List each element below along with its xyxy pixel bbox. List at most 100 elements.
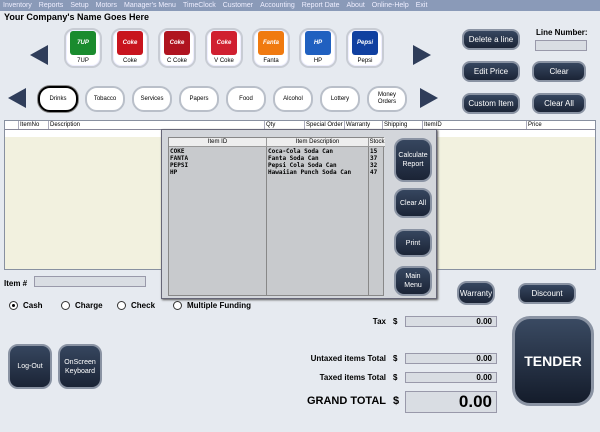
product-coke-button[interactable]: Coke Coke xyxy=(111,28,149,68)
category-drinks[interactable]: Drinks xyxy=(38,86,78,112)
logout-button[interactable]: Log-Out xyxy=(8,344,52,389)
product-fanta-button[interactable]: Fanta Fanta xyxy=(252,28,290,68)
lookup-item-id: FANTA xyxy=(170,155,189,162)
lookup-row[interactable]: COKE Coca-Cola Soda Can 15 xyxy=(169,148,385,155)
menu-customer[interactable]: Customer xyxy=(223,2,253,9)
lookup-row[interactable]: HP Hawaiian Punch Soda Can 47 xyxy=(169,169,385,176)
delete-line-button[interactable]: Delete a line xyxy=(462,29,520,50)
category-tobacco[interactable]: Tobacco xyxy=(85,86,125,112)
product-row: 7UP 7UP Coke Coke Coke C Coke Coke V Cok… xyxy=(64,28,384,68)
lookup-item-id: PEPSI xyxy=(170,162,189,169)
col-shipping: Shipping xyxy=(383,121,423,129)
onscreen-keyboard-button[interactable]: OnScreen Keyboard xyxy=(58,344,102,389)
print-button[interactable]: Print xyxy=(394,229,432,257)
item-lookup-table[interactable]: Item ID Item Description Stock COKE Coca… xyxy=(168,137,385,296)
col-special-order: Special Order xyxy=(305,121,345,129)
menu-reports[interactable]: Reports xyxy=(39,2,64,9)
payment-check-label: Check xyxy=(131,301,156,310)
menu-managers[interactable]: Manager's Menu xyxy=(124,2,176,9)
lookup-col-stock: Stock xyxy=(369,139,385,145)
lookup-item-stock: 32 xyxy=(370,162,378,169)
grand-total-currency: $ xyxy=(393,395,400,407)
category-money-orders[interactable]: Money Orders xyxy=(367,86,407,112)
fanta-logo-icon: Fanta xyxy=(258,31,284,55)
clear-all-button[interactable]: Clear All xyxy=(532,93,586,114)
main-menu-button[interactable]: Main Menu xyxy=(394,266,432,296)
col-price: Price xyxy=(528,122,542,128)
coke-logo-icon: Coke xyxy=(117,31,143,55)
radio-icon xyxy=(61,301,70,310)
product-v-coke-button[interactable]: Coke V Coke xyxy=(205,28,243,68)
lookup-item-stock: 15 xyxy=(370,148,378,155)
lookup-col-description: Item Description xyxy=(267,138,369,146)
category-alcohol[interactable]: Alcohol xyxy=(273,86,313,112)
menu-exit[interactable]: Exit xyxy=(416,2,428,9)
product-7up-button[interactable]: 7UP 7UP xyxy=(64,28,102,68)
payment-charge-label: Charge xyxy=(75,301,103,310)
custom-item-button[interactable]: Custom Item xyxy=(462,93,520,114)
7up-logo-icon: 7UP xyxy=(70,31,96,55)
category-food[interactable]: Food xyxy=(226,86,266,112)
payment-check-radio[interactable]: Check xyxy=(117,301,155,310)
menu-report-date[interactable]: Report Date xyxy=(302,2,340,9)
grid-row-marker xyxy=(5,121,19,129)
taxed-currency: $ xyxy=(393,373,398,382)
edit-price-button[interactable]: Edit Price xyxy=(462,61,520,82)
company-name: Your Company's Name Goes Here xyxy=(4,12,150,22)
taxed-total-value: 0.00 xyxy=(405,372,497,383)
products-prev-arrow-icon[interactable] xyxy=(30,45,48,65)
lookup-row[interactable]: PEPSI Pepsi Cola Soda Can 32 xyxy=(169,162,385,169)
line-number-label: Line Number: xyxy=(536,28,588,37)
product-label: C Coke xyxy=(166,58,187,64)
line-number-input[interactable] xyxy=(535,40,587,51)
product-label: HP xyxy=(313,58,323,64)
menu-bar: Inventory Reports Setup Motors Manager's… xyxy=(0,0,600,11)
lookup-item-id: COKE xyxy=(170,148,185,155)
tender-button[interactable]: TENDER xyxy=(512,316,594,406)
product-hp-button[interactable]: HP HP xyxy=(299,28,337,68)
product-pepsi-button[interactable]: Pepsi Pepsi xyxy=(346,28,384,68)
category-papers[interactable]: Papers xyxy=(179,86,219,112)
menu-online-help[interactable]: Online-Help xyxy=(372,2,409,9)
payment-cash-radio[interactable]: Cash xyxy=(9,301,43,310)
warranty-button[interactable]: Warranty xyxy=(457,281,495,305)
radio-icon xyxy=(173,301,182,310)
menu-about[interactable]: About xyxy=(346,2,364,9)
hp-logo-icon: HP xyxy=(305,31,331,55)
item-number-label: Item # xyxy=(4,279,28,288)
categories-prev-arrow-icon[interactable] xyxy=(8,88,26,108)
lookup-header: Item ID Item Description Stock xyxy=(169,138,385,147)
lookup-col-item-id: Item ID xyxy=(169,138,267,146)
calculate-report-button[interactable]: Calculate Report xyxy=(394,138,432,182)
lookup-item-desc: Coca-Cola Soda Can xyxy=(268,148,334,155)
product-c-coke-button[interactable]: Coke C Coke xyxy=(158,28,196,68)
lookup-item-desc: Hawaiian Punch Soda Can xyxy=(268,169,352,176)
product-label: Coke xyxy=(122,58,137,64)
c-coke-logo-icon: Coke xyxy=(164,31,190,55)
item-number-input[interactable] xyxy=(34,276,146,287)
category-lottery[interactable]: Lottery xyxy=(320,86,360,112)
grand-total-label: GRAND TOTAL xyxy=(306,395,386,407)
menu-setup[interactable]: Setup xyxy=(70,2,88,9)
products-next-arrow-icon[interactable] xyxy=(413,45,431,65)
untaxed-total-label: Untaxed items Total xyxy=(310,354,386,363)
clear-button[interactable]: Clear xyxy=(532,61,586,82)
col-itemno: ItemNo xyxy=(19,121,49,129)
tax-label: Tax xyxy=(372,317,386,326)
payment-charge-radio[interactable]: Charge xyxy=(61,301,103,310)
grand-total-value: 0.00 xyxy=(405,391,497,413)
radio-selected-icon xyxy=(9,301,18,310)
categories-next-arrow-icon[interactable] xyxy=(420,88,438,108)
category-services[interactable]: Services xyxy=(132,86,172,112)
menu-accounting[interactable]: Accounting xyxy=(260,2,295,9)
payment-multiple-label: Multiple Funding xyxy=(187,301,251,310)
menu-timeclock[interactable]: TimeClock xyxy=(183,2,216,9)
menu-motors[interactable]: Motors xyxy=(96,2,117,9)
lookup-item-stock: 47 xyxy=(370,169,378,176)
category-row: Drinks Tobacco Services Papers Food Alco… xyxy=(38,86,407,112)
lookup-row[interactable]: FANTA Fanta Soda Can 37 xyxy=(169,155,385,162)
payment-multiple-radio[interactable]: Multiple Funding xyxy=(173,301,251,310)
discount-button[interactable]: Discount xyxy=(518,283,576,304)
menu-inventory[interactable]: Inventory xyxy=(3,2,32,9)
popup-clear-all-button[interactable]: Clear All xyxy=(394,188,432,218)
